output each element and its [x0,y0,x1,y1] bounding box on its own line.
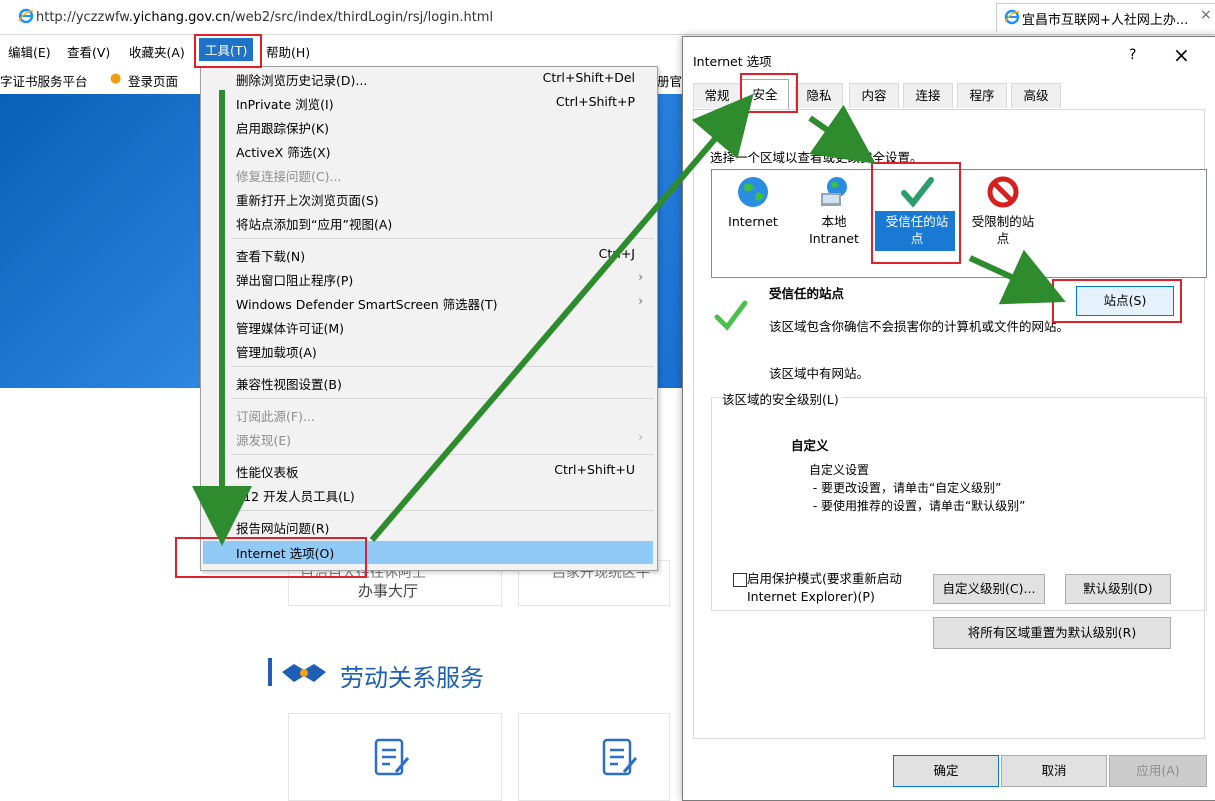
arrow-to-security-tab [369,93,754,542]
arrow-to-trusted-sites [808,104,876,164]
arrow-to-sites-button [968,249,1066,305]
annotation-arrows [192,90,1066,546]
